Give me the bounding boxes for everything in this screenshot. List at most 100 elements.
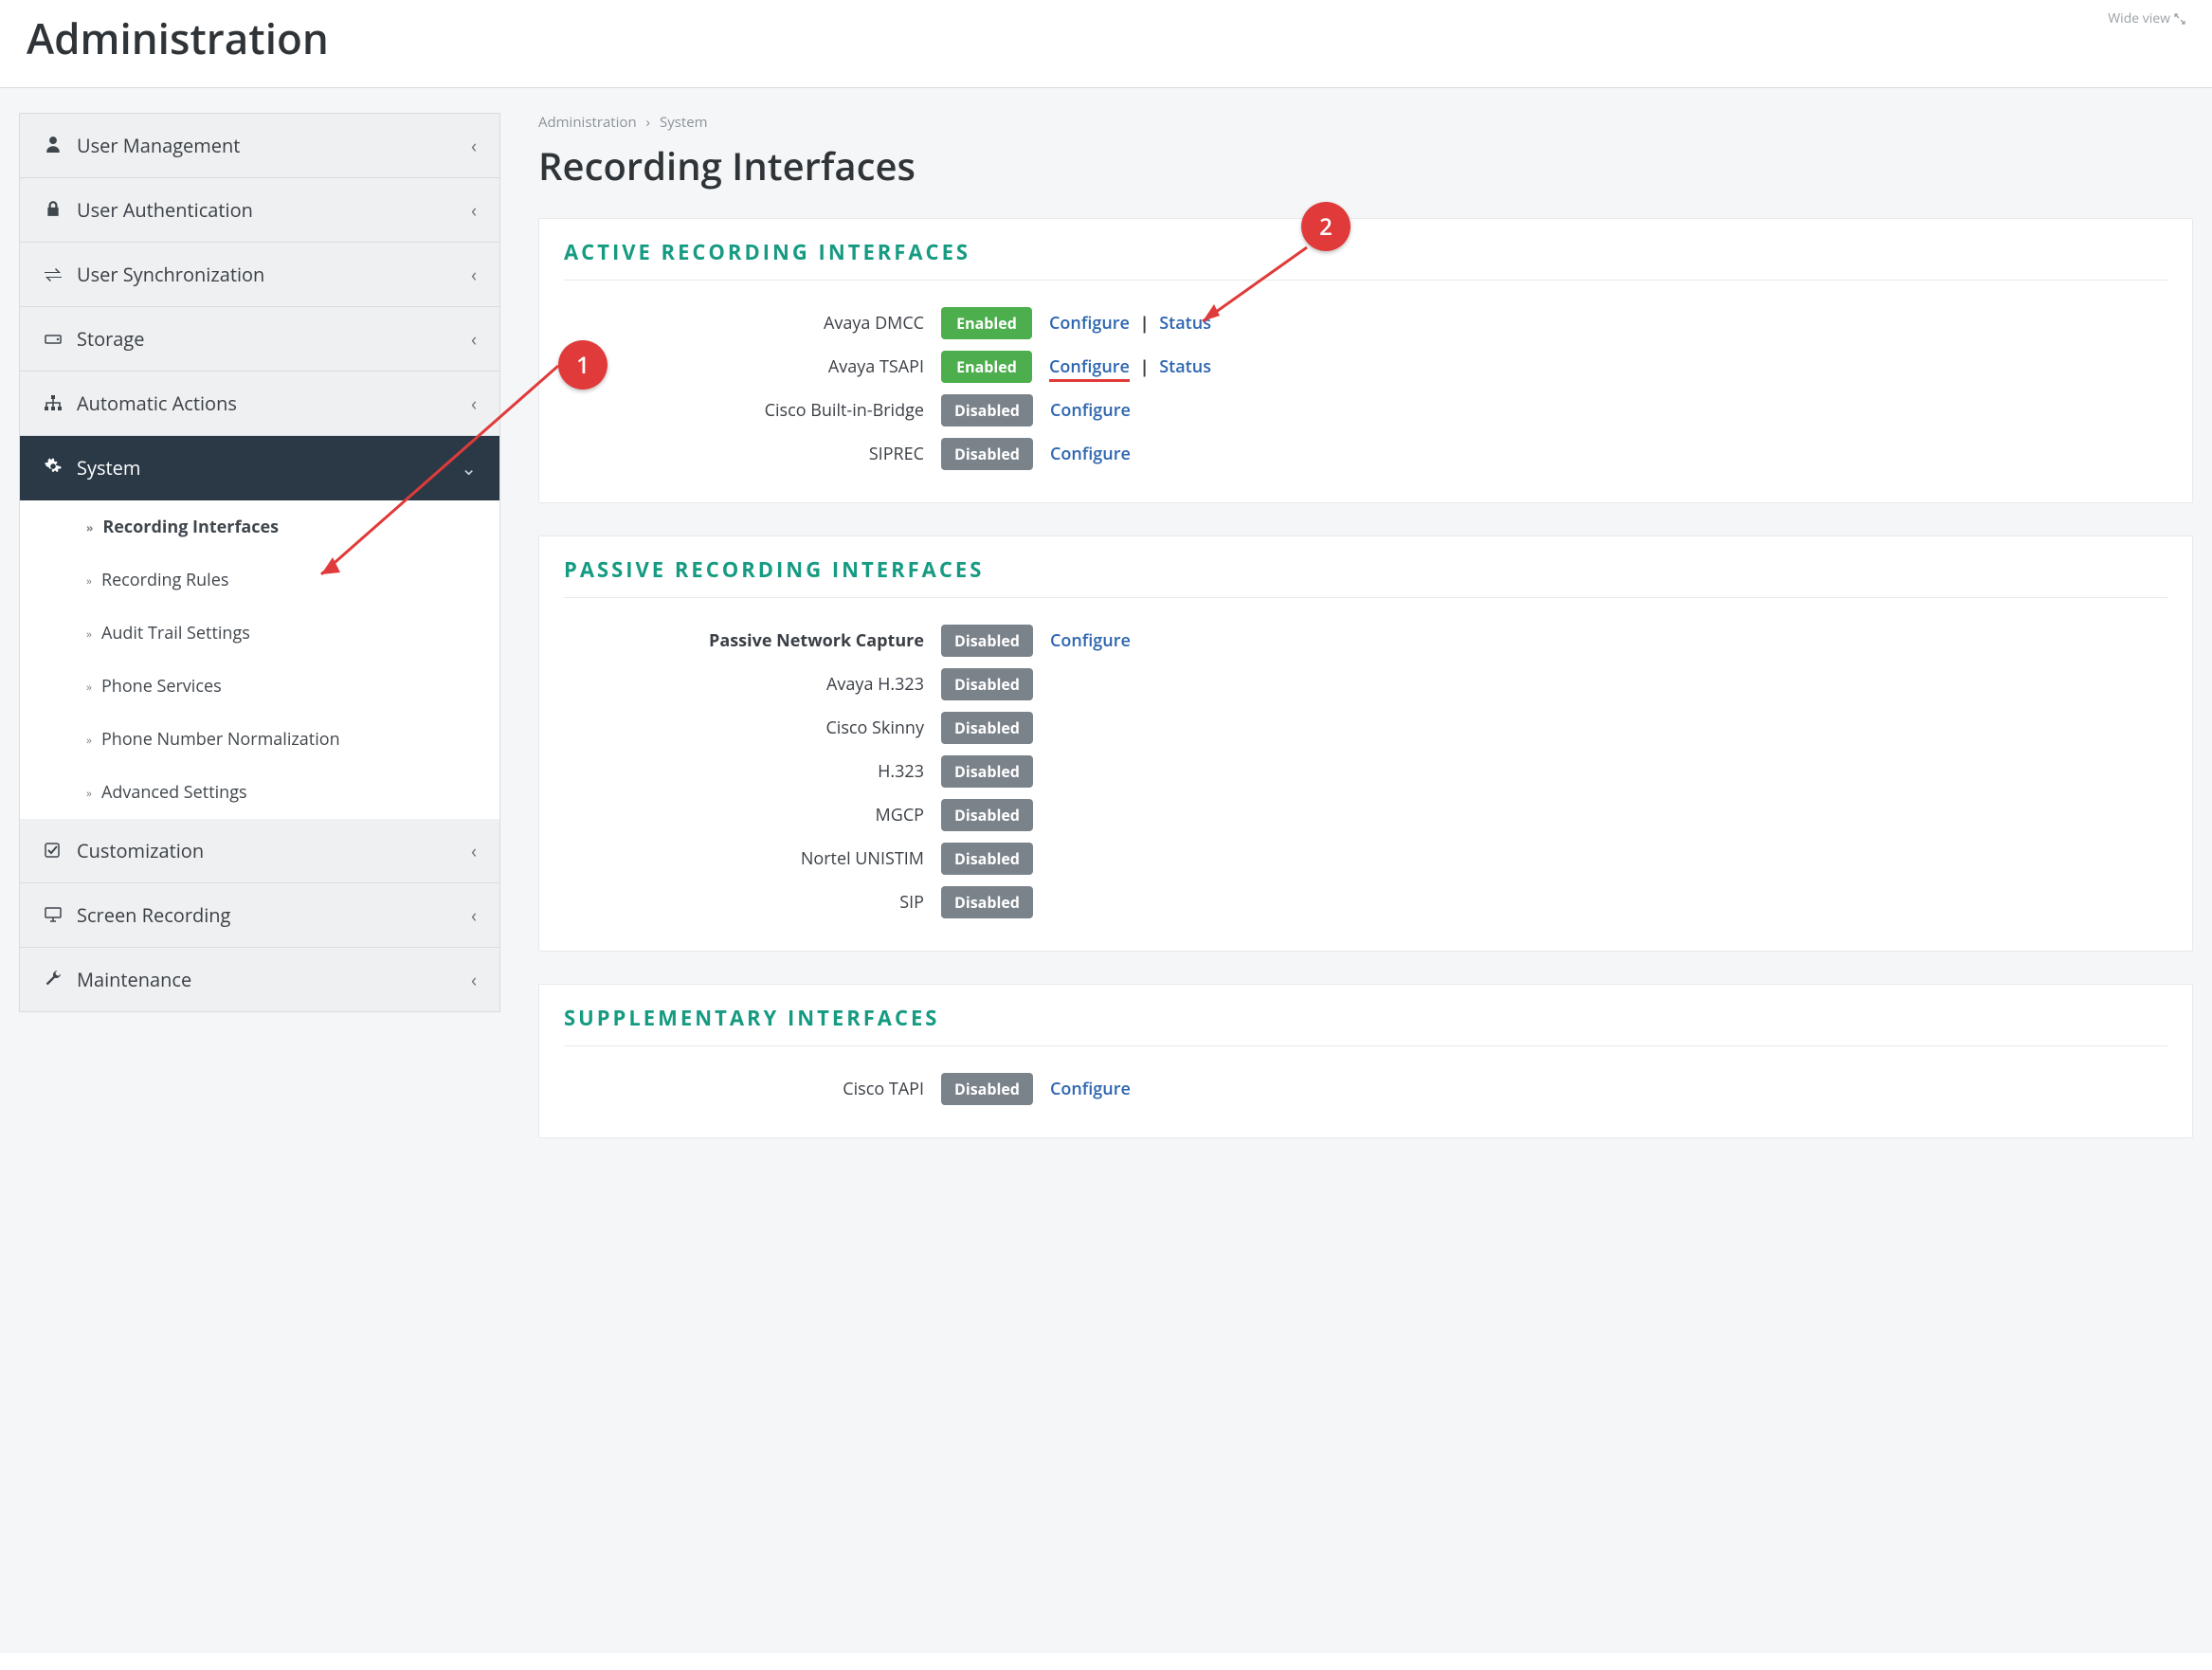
- configure-link[interactable]: Configure: [1050, 629, 1131, 652]
- sidebar-sub-phone-number-normalization[interactable]: » Phone Number Normalization: [20, 713, 499, 766]
- row-h323: H.323 Disabled: [564, 750, 2167, 793]
- interface-name: Cisco Built-in-Bridge: [564, 399, 924, 422]
- panel-active-interfaces: ACTIVE RECORDING INTERFACES Avaya DMCC E…: [538, 218, 2193, 503]
- status-badge: Disabled: [941, 438, 1033, 470]
- chevron-right-icon: ›: [646, 113, 651, 132]
- panel-title: ACTIVE RECORDING INTERFACES: [564, 238, 2167, 266]
- sidebar-sub-recording-rules[interactable]: » Recording Rules: [20, 554, 499, 607]
- configure-link[interactable]: Configure: [1050, 399, 1131, 422]
- interface-name: MGCP: [564, 804, 924, 826]
- chevron-left-icon: ‹: [471, 902, 477, 928]
- sidebar-item-label: Screen Recording: [77, 902, 230, 928]
- sidebar-sub-recording-interfaces[interactable]: » Recording Interfaces: [20, 500, 499, 554]
- row-cisco-skinny: Cisco Skinny Disabled: [564, 706, 2167, 750]
- status-badge: Enabled: [941, 307, 1032, 339]
- sidebar-item-label: User Synchronization: [77, 262, 264, 287]
- sidebar-sub-label: Audit Trail Settings: [101, 622, 250, 644]
- status-badge: Disabled: [941, 799, 1033, 831]
- sidebar-sub-label: Recording Rules: [101, 569, 228, 591]
- row-cisco-tapi: Cisco TAPI Disabled Configure: [564, 1067, 2167, 1111]
- breadcrumb-section[interactable]: System: [660, 113, 708, 132]
- interface-name: Avaya DMCC: [564, 312, 924, 335]
- interface-name: Avaya TSAPI: [564, 355, 924, 378]
- panel-title: PASSIVE RECORDING INTERFACES: [564, 555, 2167, 584]
- configure-link[interactable]: Configure: [1050, 1078, 1131, 1100]
- row-passive-network-capture: Passive Network Capture Disabled Configu…: [564, 619, 2167, 663]
- sidebar-sub-label: Phone Number Normalization: [101, 728, 340, 751]
- chevron-left-icon: ‹: [471, 197, 477, 223]
- panel-title: SUPPLEMENTARY INTERFACES: [564, 1004, 2167, 1032]
- chevron-right-icon: »: [86, 679, 92, 695]
- status-badge: Disabled: [941, 755, 1033, 788]
- status-link[interactable]: Status: [1159, 355, 1211, 378]
- sidebar-item-label: System: [77, 455, 140, 481]
- sidebar-item-user-management[interactable]: User Management ‹: [20, 114, 499, 178]
- sidebar-sub-label: Recording Interfaces: [102, 516, 279, 538]
- storage-icon: [43, 326, 63, 352]
- panel-supplementary-interfaces: SUPPLEMENTARY INTERFACES Cisco TAPI Disa…: [538, 984, 2193, 1138]
- sidebar-item-system[interactable]: System ⌄: [20, 436, 499, 500]
- sidebar-sub-advanced-settings[interactable]: » Advanced Settings: [20, 766, 499, 819]
- main-content: Administration › System Recording Interf…: [538, 113, 2193, 1171]
- interface-name: Cisco Skinny: [564, 717, 924, 739]
- interface-name: Cisco TAPI: [564, 1078, 924, 1100]
- expand-icon: [2174, 13, 2185, 25]
- interface-name: H.323: [564, 760, 924, 783]
- row-mgcp: MGCP Disabled: [564, 793, 2167, 837]
- sidebar-item-label: Maintenance: [77, 967, 191, 992]
- user-icon: [43, 133, 63, 158]
- system-submenu: » Recording Interfaces » Recording Rules…: [20, 500, 499, 819]
- row-avaya-h323: Avaya H.323 Disabled: [564, 663, 2167, 706]
- chevron-left-icon: ‹: [471, 262, 477, 287]
- chevron-right-icon: »: [86, 626, 92, 642]
- wrench-icon: [43, 967, 63, 992]
- chevron-down-icon: ⌄: [461, 455, 477, 481]
- chevron-left-icon: ‹: [471, 133, 477, 158]
- chevron-left-icon: ‹: [471, 326, 477, 352]
- sidebar-item-user-synchronization[interactable]: User Synchronization ‹: [20, 243, 499, 307]
- status-badge: Disabled: [941, 1073, 1033, 1105]
- chevron-left-icon: ‹: [471, 838, 477, 863]
- sidebar-item-maintenance[interactable]: Maintenance ‹: [20, 948, 499, 1011]
- status-badge: Disabled: [941, 886, 1033, 918]
- sidebar-item-label: Automatic Actions: [77, 390, 237, 416]
- chevron-left-icon: ‹: [471, 390, 477, 416]
- sidebar-sub-phone-services[interactable]: » Phone Services: [20, 660, 499, 713]
- page-title: Administration: [27, 9, 329, 66]
- configure-link[interactable]: Configure: [1050, 443, 1131, 465]
- interface-name: SIP: [564, 891, 924, 914]
- row-nortel-unistim: Nortel UNISTIM Disabled: [564, 837, 2167, 880]
- sidebar-item-screen-recording[interactable]: Screen Recording ‹: [20, 883, 499, 948]
- status-badge: Disabled: [941, 625, 1033, 657]
- sidebar-item-automatic-actions[interactable]: Automatic Actions ‹: [20, 372, 499, 436]
- breadcrumb-root[interactable]: Administration: [538, 113, 637, 132]
- main-heading: Recording Interfaces: [538, 139, 2193, 191]
- row-cisco-bib: Cisco Built-in-Bridge Disabled Configure: [564, 389, 2167, 432]
- row-avaya-tsapi: Avaya TSAPI Enabled Configure | Status: [564, 345, 2167, 389]
- gear-icon: [43, 455, 63, 481]
- wide-view-toggle[interactable]: Wide view: [2108, 9, 2185, 27]
- status-badge: Enabled: [941, 351, 1032, 383]
- status-link[interactable]: Status: [1159, 312, 1211, 335]
- sidebar-sub-label: Advanced Settings: [101, 781, 247, 804]
- sidebar: User Management ‹ User Authentication ‹ …: [19, 113, 500, 1012]
- sidebar-item-label: Customization: [77, 838, 204, 863]
- monitor-icon: [43, 902, 63, 928]
- sidebar-sub-label: Phone Services: [101, 675, 222, 698]
- sidebar-item-label: User Authentication: [77, 197, 253, 223]
- sidebar-item-customization[interactable]: Customization ‹: [20, 819, 499, 883]
- interface-name: Passive Network Capture: [564, 629, 924, 652]
- configure-link[interactable]: Configure: [1049, 355, 1130, 382]
- sidebar-item-storage[interactable]: Storage ‹: [20, 307, 499, 372]
- lock-icon: [43, 197, 63, 223]
- sidebar-item-user-authentication[interactable]: User Authentication ‹: [20, 178, 499, 243]
- row-sip: SIP Disabled: [564, 880, 2167, 924]
- sidebar-sub-audit-trail-settings[interactable]: » Audit Trail Settings: [20, 607, 499, 660]
- chevron-right-icon: »: [86, 732, 92, 748]
- configure-link[interactable]: Configure: [1049, 312, 1130, 335]
- interface-name: Nortel UNISTIM: [564, 847, 924, 870]
- row-siprec: SIPREC Disabled Configure: [564, 432, 2167, 476]
- panel-passive-interfaces: PASSIVE RECORDING INTERFACES Passive Net…: [538, 535, 2193, 952]
- breadcrumb: Administration › System: [538, 113, 2193, 132]
- sitemap-icon: [43, 390, 63, 416]
